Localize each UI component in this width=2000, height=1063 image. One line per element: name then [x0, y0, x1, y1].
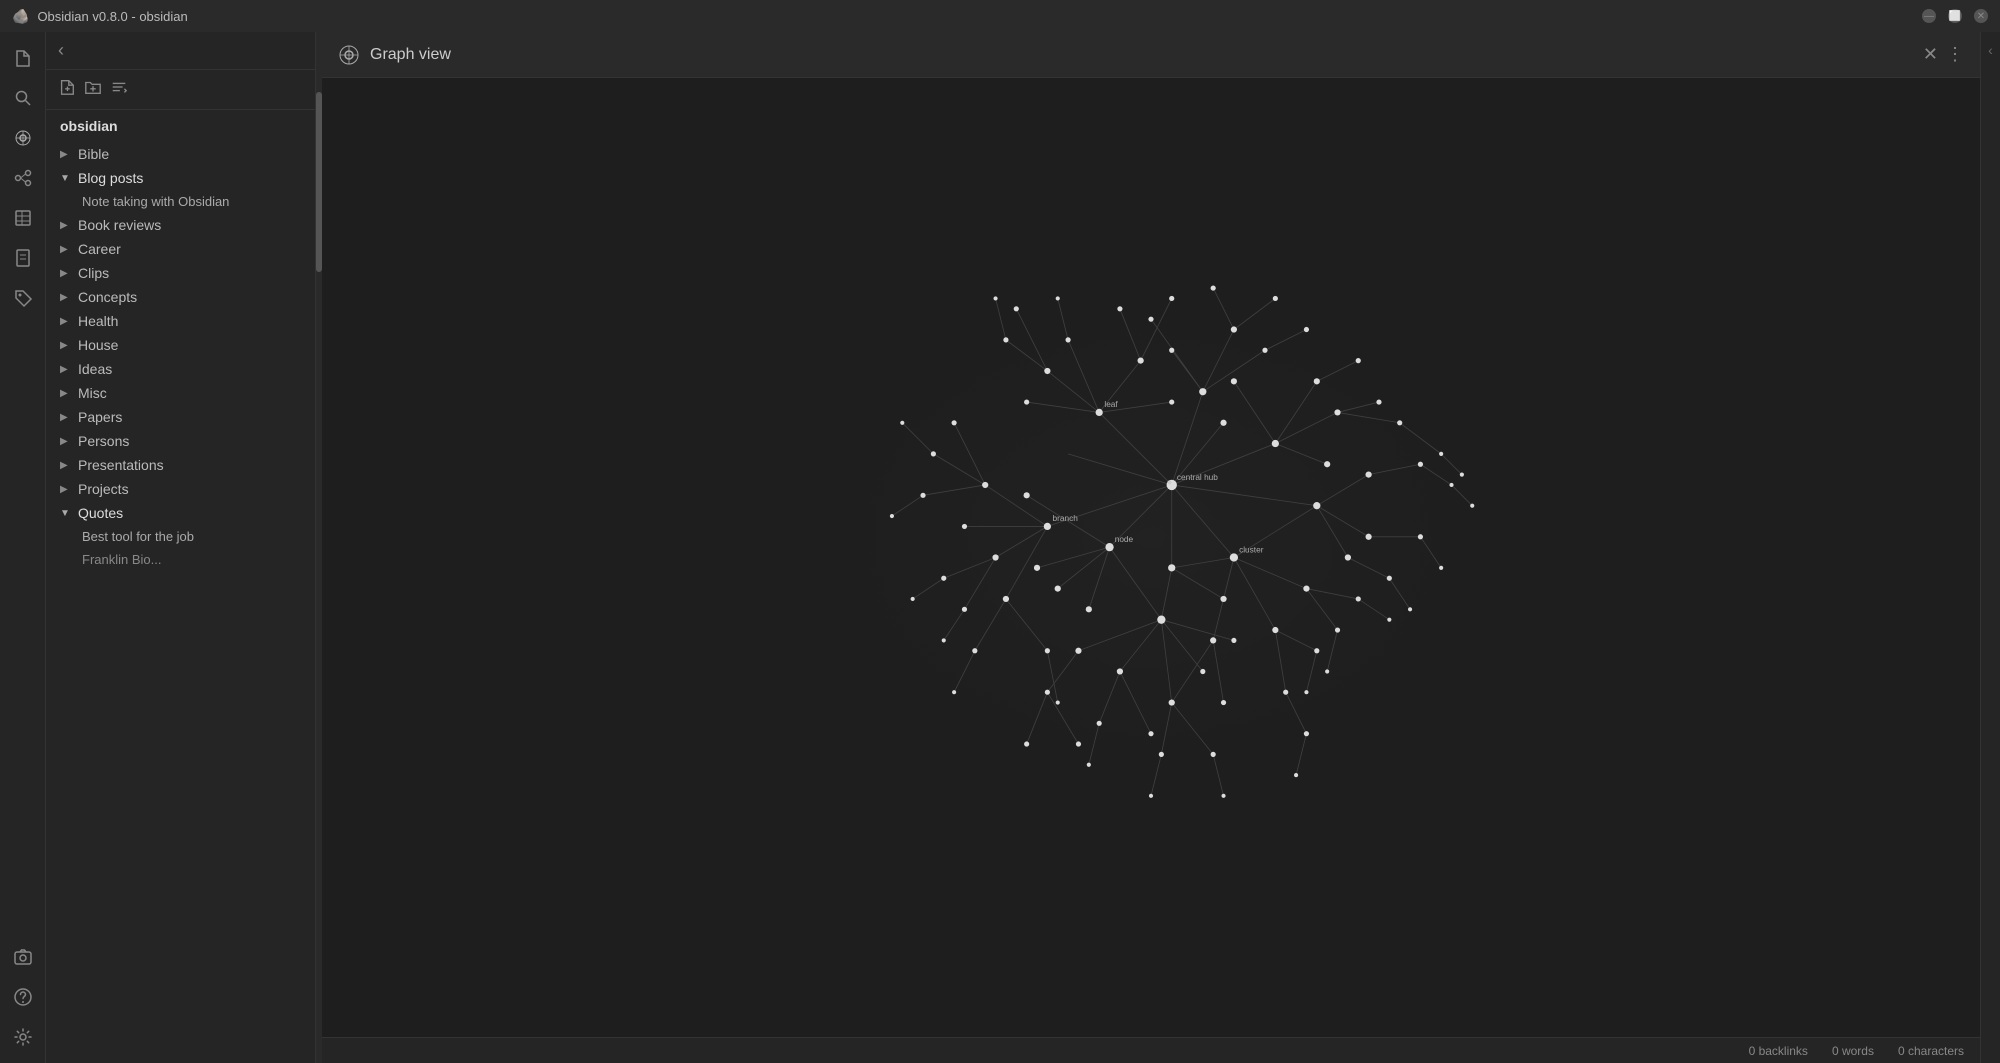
- tree-item-persons[interactable]: ▶ Persons: [46, 429, 315, 453]
- right-panel-toggle[interactable]: ‹: [1988, 42, 1993, 58]
- file-toolbar: [46, 70, 315, 110]
- tree-item-quotes[interactable]: ▼ Quotes: [46, 501, 315, 525]
- new-folder-button[interactable]: [84, 78, 102, 101]
- activity-item-graph[interactable]: [5, 120, 41, 156]
- arrow-icon: ▶: [60, 149, 72, 160]
- svg-text:node: node: [1115, 534, 1134, 544]
- app-icon: 🪨: [12, 8, 29, 25]
- graph-view-label: Graph view: [370, 46, 451, 64]
- graph-canvas[interactable]: central hub node cluster branch leaf ●: [322, 78, 1980, 1037]
- graph-svg: central hub node cluster branch leaf ●: [322, 78, 1980, 1037]
- graph-header: Graph view ✕ ⋮: [322, 32, 1980, 78]
- activity-item-tables[interactable]: [5, 200, 41, 236]
- tree-item-projects[interactable]: ▶ Projects: [46, 477, 315, 501]
- svg-text:branch: branch: [1053, 513, 1079, 523]
- activity-item-tags[interactable]: [5, 280, 41, 316]
- activity-bar: [0, 32, 46, 1063]
- tree-item-clips[interactable]: ▶ Clips: [46, 261, 315, 285]
- file-tree: ▶ Bible ▼ Blog posts Note taking with Ob…: [46, 142, 315, 1063]
- tree-item-house[interactable]: ▶ House: [46, 333, 315, 357]
- word-count: 0 words: [1832, 1044, 1874, 1058]
- graph-title: Graph view: [338, 44, 451, 66]
- backlinks-count: 0 backlinks: [1749, 1044, 1808, 1058]
- activity-item-help[interactable]: [5, 979, 41, 1015]
- close-button[interactable]: ✕: [1974, 9, 1988, 23]
- arrow-icon: ▶: [60, 412, 72, 423]
- back-button[interactable]: ‹: [58, 40, 64, 61]
- arrow-icon: ▶: [60, 436, 72, 447]
- arrow-icon: ▶: [60, 460, 72, 471]
- graph-view-icon: [338, 44, 360, 66]
- tree-item-book-reviews[interactable]: ▶ Book reviews: [46, 213, 315, 237]
- arrow-icon: ▶: [60, 484, 72, 495]
- main-content: Graph view ✕ ⋮: [322, 32, 1980, 1063]
- titlebar-left: 🪨 Obsidian v0.8.0 - obsidian: [12, 8, 188, 25]
- app-title: Obsidian v0.8.0 - obsidian: [37, 9, 187, 24]
- titlebar: 🪨 Obsidian v0.8.0 - obsidian — ⬜ ✕: [0, 0, 2000, 32]
- svg-text:leaf: leaf: [1104, 399, 1118, 409]
- activity-item-bookmarks[interactable]: [5, 240, 41, 276]
- arrow-icon: ▶: [60, 364, 72, 375]
- activity-item-search[interactable]: [5, 80, 41, 116]
- arrow-icon: ▶: [60, 220, 72, 231]
- tree-item-papers[interactable]: ▶ Papers: [46, 405, 315, 429]
- close-graph-button[interactable]: ✕: [1923, 44, 1938, 65]
- arrow-icon: ▼: [60, 508, 72, 519]
- arrow-icon: ▶: [60, 244, 72, 255]
- new-file-button[interactable]: [58, 78, 76, 101]
- arrow-icon: ▶: [60, 268, 72, 279]
- activity-item-backlinks[interactable]: [5, 160, 41, 196]
- arrow-icon: ▶: [60, 316, 72, 327]
- sidebar: ‹: [46, 32, 316, 1063]
- arrow-icon: ▼: [60, 173, 72, 184]
- minimize-button[interactable]: —: [1922, 9, 1936, 23]
- svg-text:●: ●: [1167, 477, 1173, 487]
- tree-item-career[interactable]: ▶ Career: [46, 237, 315, 261]
- activity-item-settings[interactable]: [5, 1019, 41, 1055]
- tree-item-franklin[interactable]: Franklin Bio...: [46, 548, 315, 571]
- window-controls: — ⬜ ✕: [1922, 9, 1988, 23]
- svg-text:central hub: central hub: [1177, 472, 1218, 482]
- activity-item-files[interactable]: [5, 40, 41, 76]
- tree-item-ideas[interactable]: ▶ Ideas: [46, 357, 315, 381]
- svg-text:cluster: cluster: [1239, 544, 1264, 554]
- right-edge-panel: ‹: [1980, 32, 2000, 1063]
- sort-button[interactable]: [110, 78, 128, 101]
- activity-item-camera[interactable]: [5, 939, 41, 975]
- sidebar-header: ‹: [46, 32, 315, 70]
- arrow-icon: ▶: [60, 388, 72, 399]
- tree-item-bible[interactable]: ▶ Bible: [46, 142, 315, 166]
- arrow-icon: ▶: [60, 340, 72, 351]
- tree-item-note-taking[interactable]: Note taking with Obsidian: [46, 190, 315, 213]
- tree-item-blog-posts[interactable]: ▼ Blog posts: [46, 166, 315, 190]
- tree-item-concepts[interactable]: ▶ Concepts: [46, 285, 315, 309]
- graph-controls: ✕ ⋮: [1923, 44, 1964, 65]
- character-count: 0 characters: [1898, 1044, 1964, 1058]
- vault-name: obsidian: [46, 110, 315, 142]
- tree-item-presentations[interactable]: ▶ Presentations: [46, 453, 315, 477]
- arrow-icon: ▶: [60, 292, 72, 303]
- more-options-button[interactable]: ⋮: [1946, 44, 1964, 65]
- tree-item-best-tool[interactable]: Best tool for the job: [46, 525, 315, 548]
- tree-item-misc[interactable]: ▶ Misc: [46, 381, 315, 405]
- tree-item-health[interactable]: ▶ Health: [46, 309, 315, 333]
- maximize-button[interactable]: ⬜: [1948, 9, 1962, 23]
- status-bar: 0 backlinks 0 words 0 characters: [322, 1037, 1980, 1063]
